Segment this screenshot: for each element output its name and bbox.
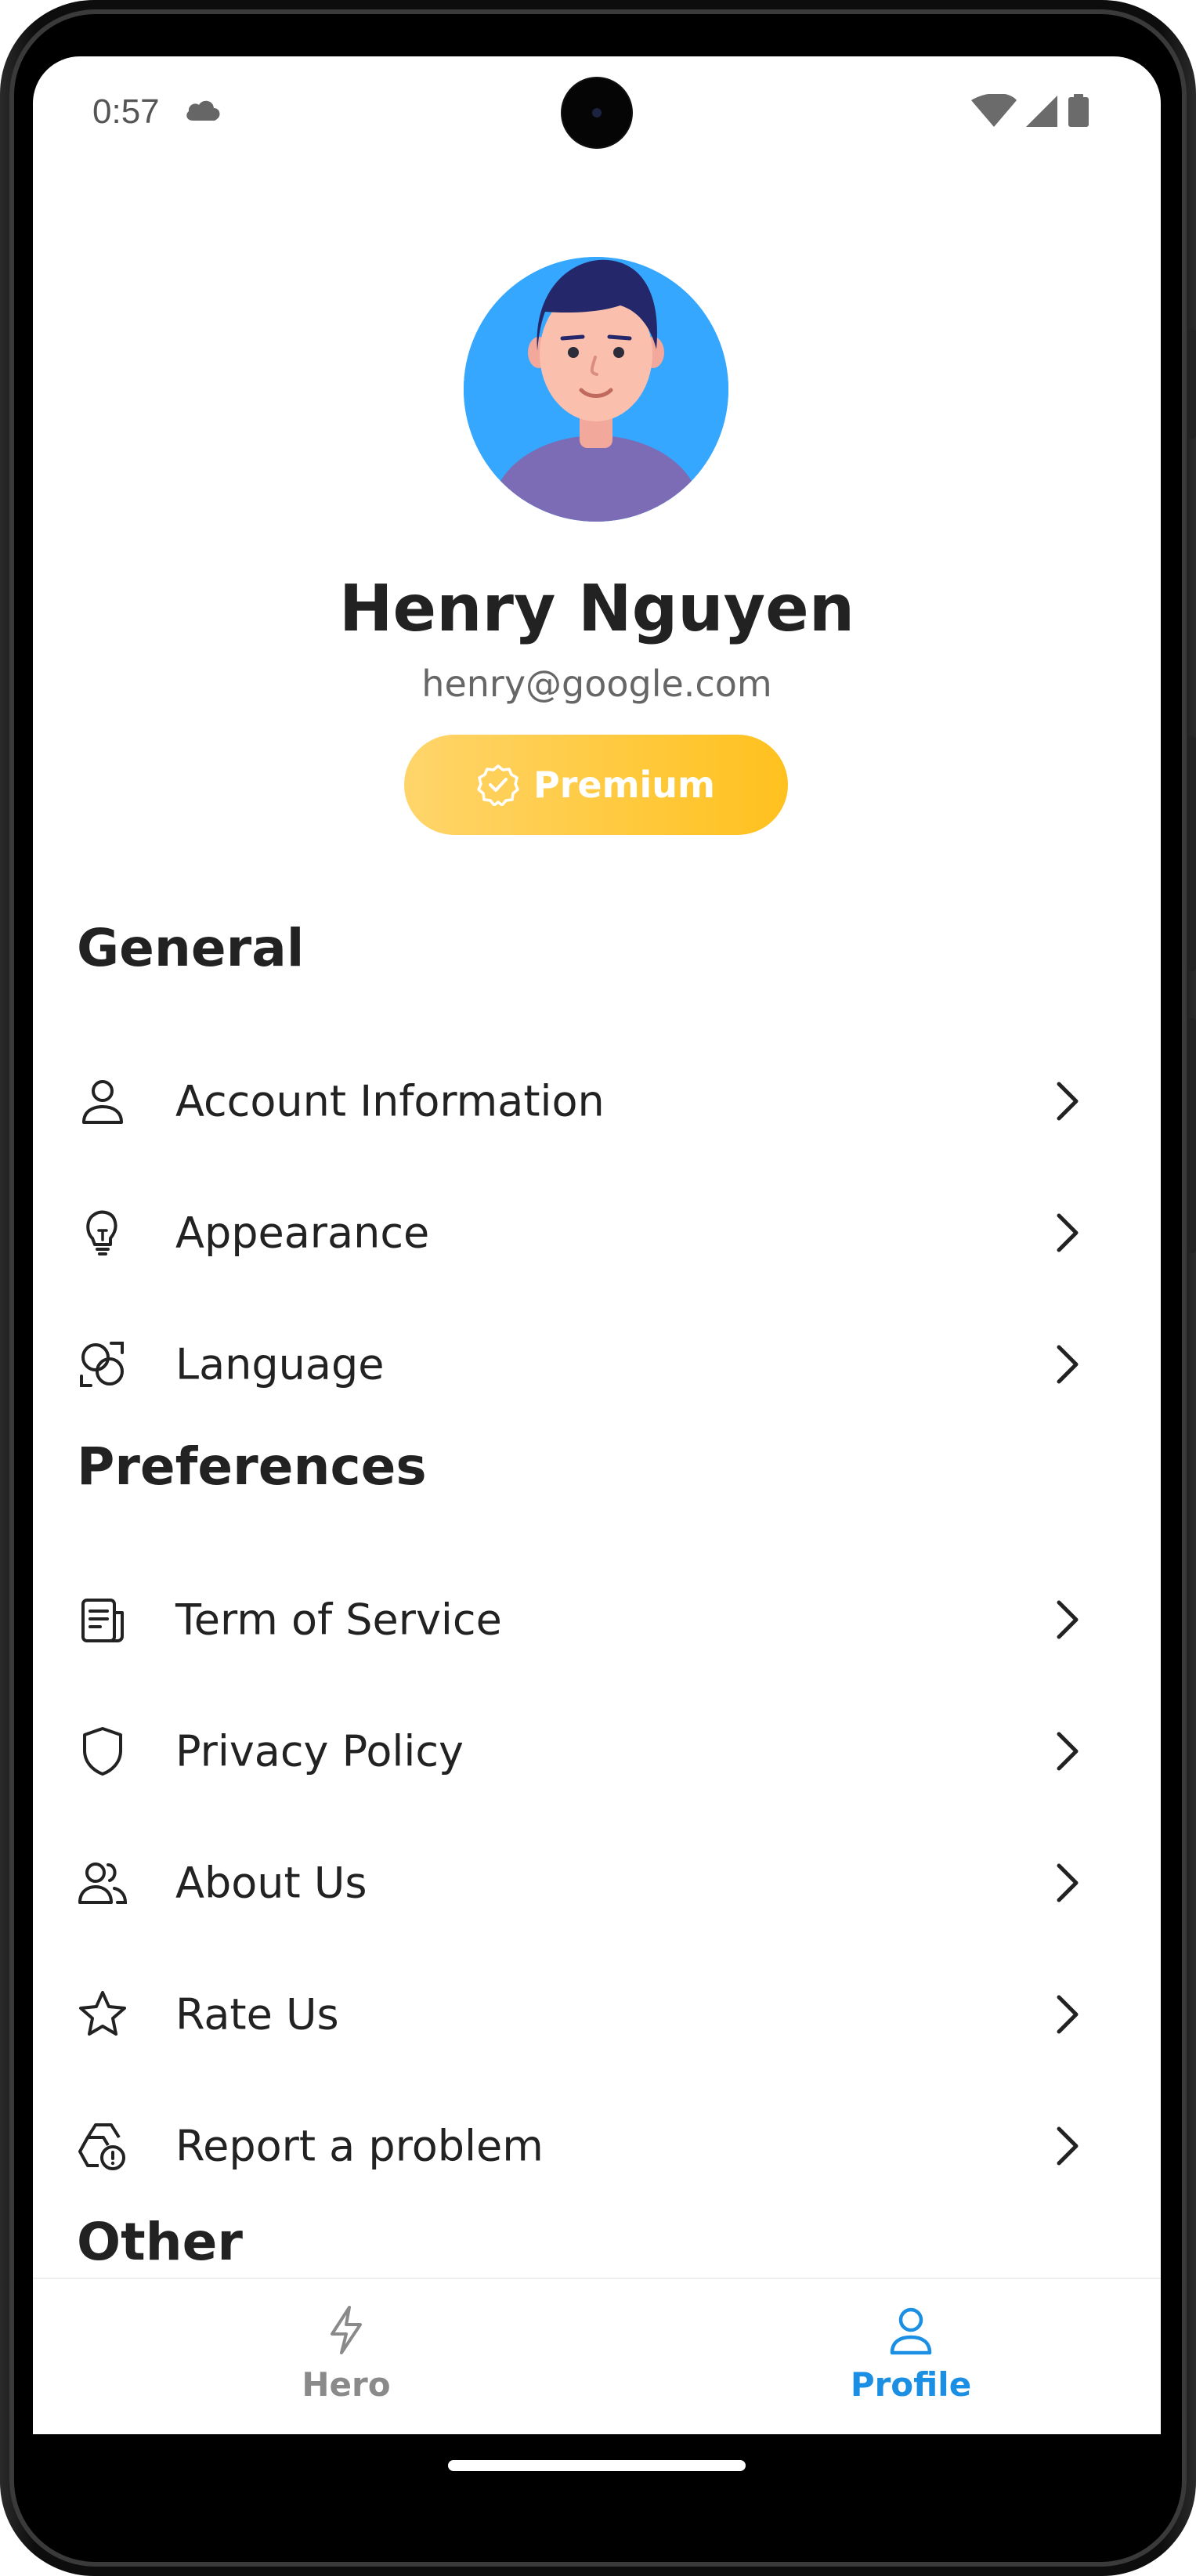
- document-icon: [81, 1599, 124, 1642]
- status-icons: [971, 94, 1089, 127]
- menu-item-account-information[interactable]: Account Information: [33, 1035, 1161, 1167]
- bottom-navigation: Hero Profile: [33, 2278, 1161, 2437]
- avatar-illustration: [464, 257, 728, 522]
- device-volume-button: [1188, 329, 1196, 439]
- chevron-right-icon: [1057, 2126, 1079, 2166]
- lightning-icon: [331, 2306, 362, 2354]
- nav-label-hero: Hero: [302, 2365, 391, 2404]
- section-title-other: Other: [77, 2212, 243, 2272]
- users-icon: [78, 1862, 128, 1904]
- app-screen: 0:57 Henry Nguyen henry@google.com Premi…: [33, 56, 1161, 2437]
- report-problem-icon: [78, 2123, 125, 2170]
- front-camera: [562, 78, 631, 147]
- menu-item-label: Account Information: [175, 1076, 605, 1126]
- cloud-icon: [186, 100, 220, 121]
- menu-item-label: Rate Us: [175, 1989, 339, 2039]
- menu-item-report-a-problem[interactable]: Report a problem: [33, 2080, 1161, 2212]
- home-indicator[interactable]: [448, 2460, 746, 2471]
- nav-label-profile: Profile: [850, 2365, 972, 2404]
- wifi-icon: [971, 94, 1017, 127]
- signal-icon: [1026, 96, 1057, 127]
- menu-item-term-of-service[interactable]: Term of Service: [33, 1554, 1161, 1685]
- device-power-button: [1188, 736, 1196, 971]
- battery-icon: [1068, 97, 1089, 127]
- star-icon: [79, 1991, 126, 2036]
- chevron-right-icon: [1057, 1345, 1079, 1384]
- profile-name: Henry Nguyen: [338, 572, 855, 646]
- user-icon: [82, 1080, 123, 1124]
- verified-badge-icon: [477, 764, 519, 806]
- menu-item-appearance[interactable]: Appearance: [33, 1167, 1161, 1299]
- nav-item-hero[interactable]: Hero: [202, 2279, 484, 2437]
- shield-icon: [83, 1727, 122, 1776]
- status-time: 0:57: [92, 92, 160, 131]
- menu-item-label: Term of Service: [175, 1595, 502, 1645]
- chevron-right-icon: [1057, 1863, 1079, 1902]
- premium-badge-button[interactable]: Premium: [404, 735, 788, 835]
- menu-item-label: Appearance: [175, 1208, 430, 1258]
- language-icon: [80, 1342, 124, 1387]
- menu-item-label: Report a problem: [175, 2121, 544, 2171]
- menu-item-label: Privacy Policy: [175, 1726, 464, 1776]
- lightbulb-icon: [86, 1210, 117, 1255]
- section-title-preferences: Preferences: [77, 1436, 427, 1497]
- chevron-right-icon: [1057, 1213, 1079, 1252]
- chevron-right-icon: [1057, 1082, 1079, 1121]
- menu-item-about-us[interactable]: About Us: [33, 1817, 1161, 1949]
- menu-item-label: Language: [175, 1339, 385, 1389]
- menu-item-rate-us[interactable]: Rate Us: [33, 1949, 1161, 2080]
- menu-item-language[interactable]: Language: [33, 1299, 1161, 1430]
- profile-email: henry@google.com: [421, 663, 772, 705]
- chevron-right-icon: [1057, 1600, 1079, 1639]
- chevron-right-icon: [1057, 1995, 1079, 2034]
- premium-label: Premium: [533, 764, 715, 806]
- avatar: [464, 257, 728, 522]
- nav-item-profile[interactable]: Profile: [767, 2279, 1049, 2437]
- menu-item-label: About Us: [175, 1858, 367, 1908]
- chevron-right-icon: [1057, 1732, 1079, 1771]
- profile-icon: [890, 2307, 932, 2355]
- menu-item-privacy-policy[interactable]: Privacy Policy: [33, 1685, 1161, 1817]
- section-title-general: General: [77, 918, 305, 978]
- device-side-button: [1188, 1018, 1196, 1253]
